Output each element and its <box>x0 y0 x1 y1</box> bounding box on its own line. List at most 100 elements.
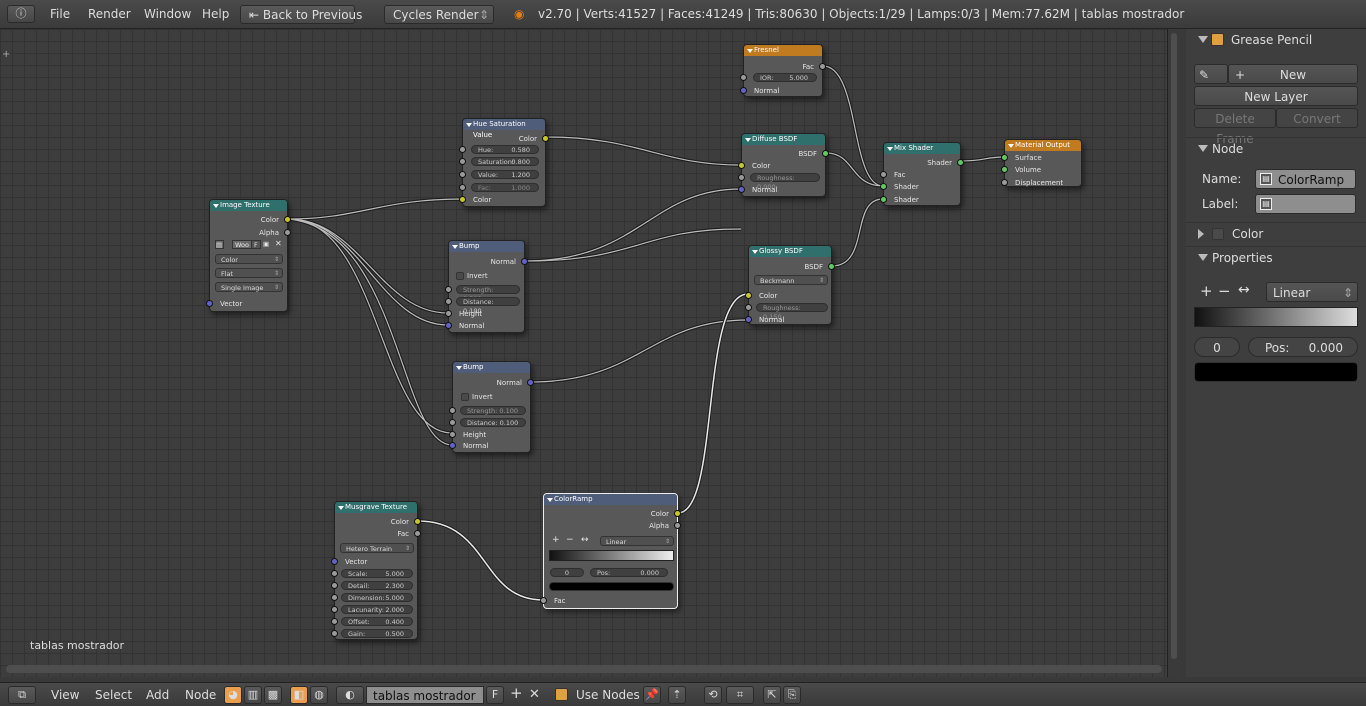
node-header[interactable]: Bump <box>449 241 524 252</box>
output-socket[interactable] <box>521 258 528 265</box>
grease-pencil-checkbox[interactable] <box>1211 33 1224 46</box>
scrollbar-thumb[interactable] <box>1171 33 1177 659</box>
menu-file[interactable]: File <box>50 6 70 23</box>
saturation-field[interactable]: Saturation: 0.800 <box>471 157 539 166</box>
open-image-icon[interactable]: ▣ <box>263 240 269 248</box>
hue-field[interactable]: Hue: 0.580 <box>471 145 539 154</box>
render-engine-select[interactable]: Cycles Render ⇕ <box>384 5 494 24</box>
input-socket[interactable] <box>449 407 456 414</box>
flip-ramp-icon[interactable]: ↔ <box>1238 282 1250 298</box>
input-socket[interactable] <box>745 304 752 311</box>
lacunarity-field[interactable]: Lacunarity: 2.000 <box>341 605 413 614</box>
input-socket[interactable] <box>331 570 338 577</box>
input-socket[interactable] <box>740 74 747 81</box>
node-header[interactable]: Bump <box>453 362 530 373</box>
node-header[interactable]: Hue Saturation Value <box>463 119 545 139</box>
strength-field[interactable]: Strength: 0.100 <box>460 406 526 415</box>
output-socket[interactable] <box>527 379 534 386</box>
output-socket[interactable] <box>822 150 829 157</box>
output-socket[interactable] <box>284 216 291 223</box>
input-socket[interactable] <box>540 597 547 604</box>
distance-field[interactable]: Distance: 0.100 <box>456 297 520 315</box>
input-socket[interactable] <box>880 171 887 178</box>
input-socket[interactable] <box>745 316 752 323</box>
menu-node[interactable]: Node <box>185 688 216 703</box>
texture-nodes-icon[interactable]: ▩ <box>264 686 282 704</box>
input-socket[interactable] <box>445 286 452 293</box>
output-socket[interactable] <box>674 522 681 529</box>
pin-icon[interactable]: 📌 <box>643 686 661 704</box>
node-header[interactable]: ColorRamp <box>544 494 677 505</box>
menu-add[interactable]: Add <box>146 688 169 703</box>
node-editor[interactable]: + Fresnel Fac IOR: 5.000 Normal Hue Satu… <box>0 29 1168 677</box>
input-socket[interactable] <box>880 183 887 190</box>
menu-window[interactable]: Window <box>144 6 191 23</box>
color-section[interactable]: Color <box>1186 222 1366 244</box>
node-header[interactable]: Material Output <box>1005 140 1081 151</box>
node-colorramp[interactable]: ColorRamp Color Alpha + − ↔ Linear 0 Pos… <box>540 493 681 609</box>
menu-render[interactable]: Render <box>88 6 131 23</box>
invert-checkbox[interactable] <box>461 393 469 401</box>
input-socket[interactable] <box>331 618 338 625</box>
distance-field[interactable]: Distance: 0.100 <box>460 418 526 427</box>
input-socket[interactable] <box>459 184 466 191</box>
node-header[interactable]: Glossy BSDF <box>749 246 831 257</box>
image-name[interactable]: Woo <box>232 240 252 249</box>
grease-pencil-selector[interactable]: ✎ <box>1194 64 1228 84</box>
distribution-select[interactable]: Beckmann <box>754 275 828 286</box>
input-socket[interactable] <box>1001 166 1008 173</box>
detail-field[interactable]: Detail: 2.300 <box>341 581 413 590</box>
node-glossy-bsdf[interactable]: Glossy BSDF BSDF Beckmann Color Roughnes… <box>745 245 835 325</box>
node-header[interactable]: Mix Shader <box>884 143 960 154</box>
gain-field[interactable]: Gain: 0.500 <box>341 629 413 638</box>
object-shader-icon[interactable]: ◧ <box>290 686 308 704</box>
backdrop-icon[interactable]: ⟲ <box>704 686 722 704</box>
material-name-field[interactable]: tablas mostrador <box>366 686 484 704</box>
node-section[interactable]: Node <box>1186 137 1366 159</box>
material-browse-icon[interactable]: ◐ <box>336 686 364 704</box>
color-checkbox[interactable] <box>1212 228 1224 240</box>
node-bump-1[interactable]: Bump Normal Invert Strength: 0.300 Dista… <box>445 240 528 333</box>
flip-ramp-icon[interactable]: ↔ <box>581 535 589 545</box>
output-socket[interactable] <box>819 63 826 70</box>
menu-view[interactable]: View <box>51 688 79 703</box>
remove-stop-icon[interactable]: − <box>1218 282 1231 300</box>
back-to-previous-button[interactable]: ⇤ Back to Previous <box>240 5 362 24</box>
snap-icon[interactable]: ⌗ <box>726 686 754 704</box>
interpolation-select[interactable]: Linear ⇕ <box>1266 282 1358 302</box>
output-socket[interactable] <box>674 510 681 517</box>
node-header[interactable]: Image Texture <box>210 200 287 211</box>
remove-stop-icon[interactable]: − <box>566 535 574 545</box>
roughness-field[interactable]: Roughness: 0.000 <box>750 173 820 191</box>
go-to-parent-icon[interactable]: ⇡ <box>668 686 686 704</box>
node-name-field[interactable]: ▤ ColorRamp <box>1255 169 1356 189</box>
input-socket[interactable] <box>445 322 452 329</box>
interpolation-select[interactable]: Linear <box>600 536 674 547</box>
menu-help[interactable]: Help <box>202 6 229 23</box>
input-socket[interactable] <box>745 292 752 299</box>
editor-type-node-icon[interactable]: ⧉ <box>8 686 36 704</box>
node-image-texture[interactable]: Image Texture Color Alpha ▤ Woo F ▣ ✕ Co… <box>206 199 291 312</box>
editor-type-info-icon[interactable]: ⓘ <box>7 5 35 23</box>
color-space-select[interactable]: Color <box>215 254 283 265</box>
node-header[interactable]: Fresnel <box>744 45 822 56</box>
output-socket[interactable] <box>957 159 964 166</box>
input-socket[interactable] <box>331 606 338 613</box>
color-ramp-gradient[interactable] <box>1194 307 1358 327</box>
output-socket[interactable] <box>414 530 421 537</box>
stop-color-swatch[interactable] <box>1194 362 1358 382</box>
input-socket[interactable] <box>206 300 213 307</box>
node-hue-saturation-value[interactable]: Hue Saturation Value Color Hue: 0.580 Sat… <box>459 118 549 207</box>
output-socket[interactable] <box>828 263 835 270</box>
stop-index-field[interactable]: 0 <box>550 568 584 577</box>
fake-user-button[interactable]: F <box>486 686 504 704</box>
input-socket[interactable] <box>459 146 466 153</box>
input-socket[interactable] <box>738 186 745 193</box>
menu-select[interactable]: Select <box>95 688 132 703</box>
strength-field[interactable]: Strength: 0.300 <box>456 285 520 303</box>
input-socket[interactable] <box>1001 179 1008 186</box>
node-header[interactable]: Musgrave Texture <box>335 502 417 513</box>
input-socket[interactable] <box>331 630 338 637</box>
output-socket[interactable] <box>414 518 421 525</box>
node-bump-2[interactable]: Bump Normal Invert Strength: 0.100 Dista… <box>449 361 534 453</box>
